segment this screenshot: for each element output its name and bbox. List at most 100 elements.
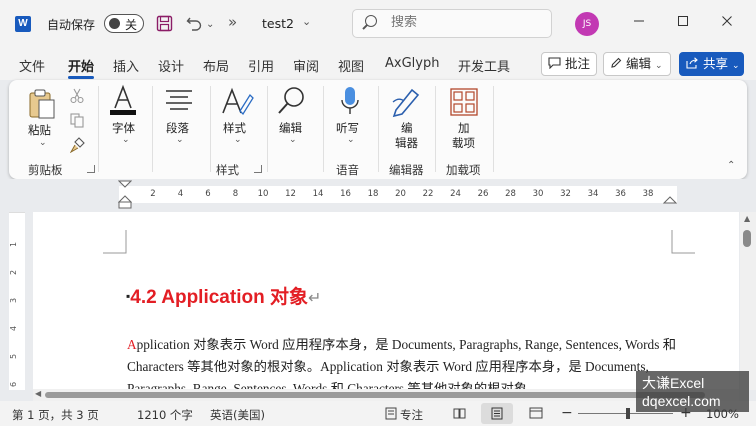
editor-button-label-2[interactable]: 辑器 — [395, 135, 418, 151]
paragraph-chevron-down-icon[interactable]: ⌄ — [176, 135, 184, 145]
editor-pen-icon[interactable] — [390, 86, 422, 118]
find-magnifier-icon[interactable] — [277, 86, 307, 116]
tab-home[interactable]: 开始 — [68, 56, 94, 75]
addins-button-label-2[interactable]: 载项 — [452, 135, 475, 151]
editor-button-label-1[interactable]: 编 — [401, 120, 413, 136]
addins-button-label-1[interactable]: 加 — [458, 120, 470, 136]
search-input[interactable] — [391, 15, 541, 30]
scroll-up-arrow-icon[interactable]: ▲ — [744, 214, 750, 223]
paste-icon[interactable] — [28, 88, 56, 120]
group-divider — [98, 86, 99, 172]
autosave-label: 自动保存 — [47, 18, 96, 32]
share-label: 共享 — [702, 56, 728, 71]
document-page[interactable]: ▪4.2 Application 对象↵ Application 对象表示 Wo… — [33, 212, 739, 390]
watermark-line-2: dqexcel.com — [642, 393, 721, 409]
word-logo-icon: W — [15, 16, 31, 32]
paste-button-label[interactable]: 粘贴 — [28, 122, 51, 138]
ruler-number: 6 — [205, 189, 211, 199]
paragraph-button-label[interactable]: 段落 — [166, 120, 189, 136]
page-count[interactable]: 第 1 页，共 3 页 — [12, 407, 99, 423]
body-paragraph[interactable]: Application 对象表示 Word 应用程序本身，是 Documents… — [127, 334, 687, 390]
close-icon[interactable] — [714, 10, 740, 36]
autosave-state: 关 — [125, 18, 138, 32]
tab-layout[interactable]: 布局 — [203, 56, 229, 75]
comments-label: 批注 — [564, 56, 590, 71]
share-icon — [686, 57, 698, 69]
document-title[interactable]: test2 — [262, 16, 294, 31]
styles-launcher-icon[interactable] — [254, 165, 262, 173]
cut-icon[interactable] — [70, 88, 84, 104]
maximize-icon[interactable] — [670, 10, 696, 36]
tab-references[interactable]: 引用 — [248, 56, 274, 75]
paragraph-first-letter: A — [127, 337, 137, 352]
vertical-ruler-number: 2 — [9, 269, 19, 276]
tab-axglyph[interactable]: AxGlyph — [385, 56, 439, 71]
styles-chevron-down-icon[interactable]: ⌄ — [234, 135, 242, 145]
right-indent-marker-icon[interactable] — [663, 194, 677, 204]
minimize-icon[interactable] — [626, 10, 652, 36]
tab-review[interactable]: 审阅 — [293, 56, 319, 75]
horizontal-scroll-thumb[interactable] — [45, 392, 705, 398]
styles-icon[interactable] — [220, 86, 254, 118]
scroll-left-arrow-icon[interactable]: ◀ — [35, 389, 41, 398]
vertical-scroll-thumb[interactable] — [743, 230, 751, 247]
font-chevron-down-icon[interactable]: ⌄ — [122, 135, 130, 145]
vertical-ruler-number: 1 — [9, 241, 19, 248]
format-painter-icon[interactable] — [70, 137, 86, 153]
watermark-logo: 大谦Excel dqexcel.com — [636, 371, 749, 412]
heading-text[interactable]: ▪4.2 Application 对象↵ — [126, 282, 321, 309]
focus-mode-label[interactable]: 专注 — [400, 407, 423, 423]
margin-corner-mark — [671, 230, 695, 254]
indent-marker-icon[interactable] — [118, 180, 132, 210]
print-layout-button[interactable] — [481, 403, 513, 424]
ruler-number: 26 — [477, 189, 489, 199]
dictate-microphone-icon[interactable] — [340, 86, 360, 118]
group-divider — [378, 86, 379, 172]
share-button[interactable]: 共享 ⌄ — [679, 52, 744, 76]
word-count[interactable]: 1210 个字 — [137, 407, 193, 423]
undo-icon[interactable] — [186, 15, 204, 31]
language-indicator[interactable]: 英语(美国) — [210, 407, 265, 423]
font-color-icon[interactable] — [108, 84, 138, 116]
dictate-chevron-down-icon[interactable]: ⌄ — [347, 135, 355, 145]
tab-file[interactable]: 文件 — [19, 56, 45, 75]
avatar[interactable]: JS — [575, 12, 599, 36]
ruler-number: 38 — [642, 189, 654, 199]
tab-insert[interactable]: 插入 — [113, 56, 139, 75]
paragraph-icon[interactable] — [165, 88, 193, 114]
focus-icon[interactable] — [385, 407, 397, 420]
zoom-out-icon[interactable]: − — [561, 405, 573, 421]
toggle-knob — [109, 18, 120, 29]
search-box[interactable] — [352, 9, 552, 38]
styles-button-label[interactable]: 样式 — [223, 120, 246, 136]
autosave-toggle[interactable]: 关 — [104, 14, 144, 33]
undo-dropdown-chevron-down-icon[interactable]: ⌄ — [206, 16, 214, 34]
title-chevron-down-icon[interactable]: ⌄ — [302, 15, 311, 28]
copy-icon[interactable] — [70, 113, 84, 128]
zoom-slider-thumb[interactable] — [626, 408, 630, 419]
save-icon[interactable] — [156, 15, 173, 32]
read-mode-icon[interactable] — [453, 407, 466, 419]
heading-content: 4.2 Application 对象 — [130, 287, 308, 308]
collapse-ribbon-chevron-up-icon[interactable]: ⌃ — [727, 160, 735, 171]
font-button-label[interactable]: 字体 — [112, 120, 135, 136]
editing-mode-button[interactable]: 编辑 ⌄ — [603, 52, 671, 76]
editing-group-chevron-down-icon[interactable]: ⌄ — [289, 135, 297, 145]
editing-button-label[interactable]: 编辑 — [279, 120, 302, 136]
more-commands-icon[interactable]: » — [228, 13, 237, 31]
comments-button[interactable]: 批注 — [541, 52, 597, 76]
editing-mode-label: 编辑 — [625, 56, 651, 71]
addins-grid-icon[interactable] — [450, 88, 478, 116]
web-layout-icon[interactable] — [529, 407, 543, 419]
ruler-number: 16 — [340, 189, 351, 199]
tab-design[interactable]: 设计 — [158, 56, 184, 75]
tab-view[interactable]: 视图 — [338, 56, 364, 75]
active-tab-indicator — [68, 76, 94, 79]
dictate-button-label[interactable]: 听写 — [336, 120, 359, 136]
paste-chevron-down-icon[interactable]: ⌄ — [39, 138, 47, 148]
tab-developer[interactable]: 开发工具 — [458, 56, 510, 75]
ruler-number: 28 — [505, 189, 516, 199]
ruler-number: 32 — [560, 189, 571, 199]
addins-group-label: 加载项 — [446, 163, 481, 177]
clipboard-launcher-icon[interactable] — [87, 165, 95, 173]
